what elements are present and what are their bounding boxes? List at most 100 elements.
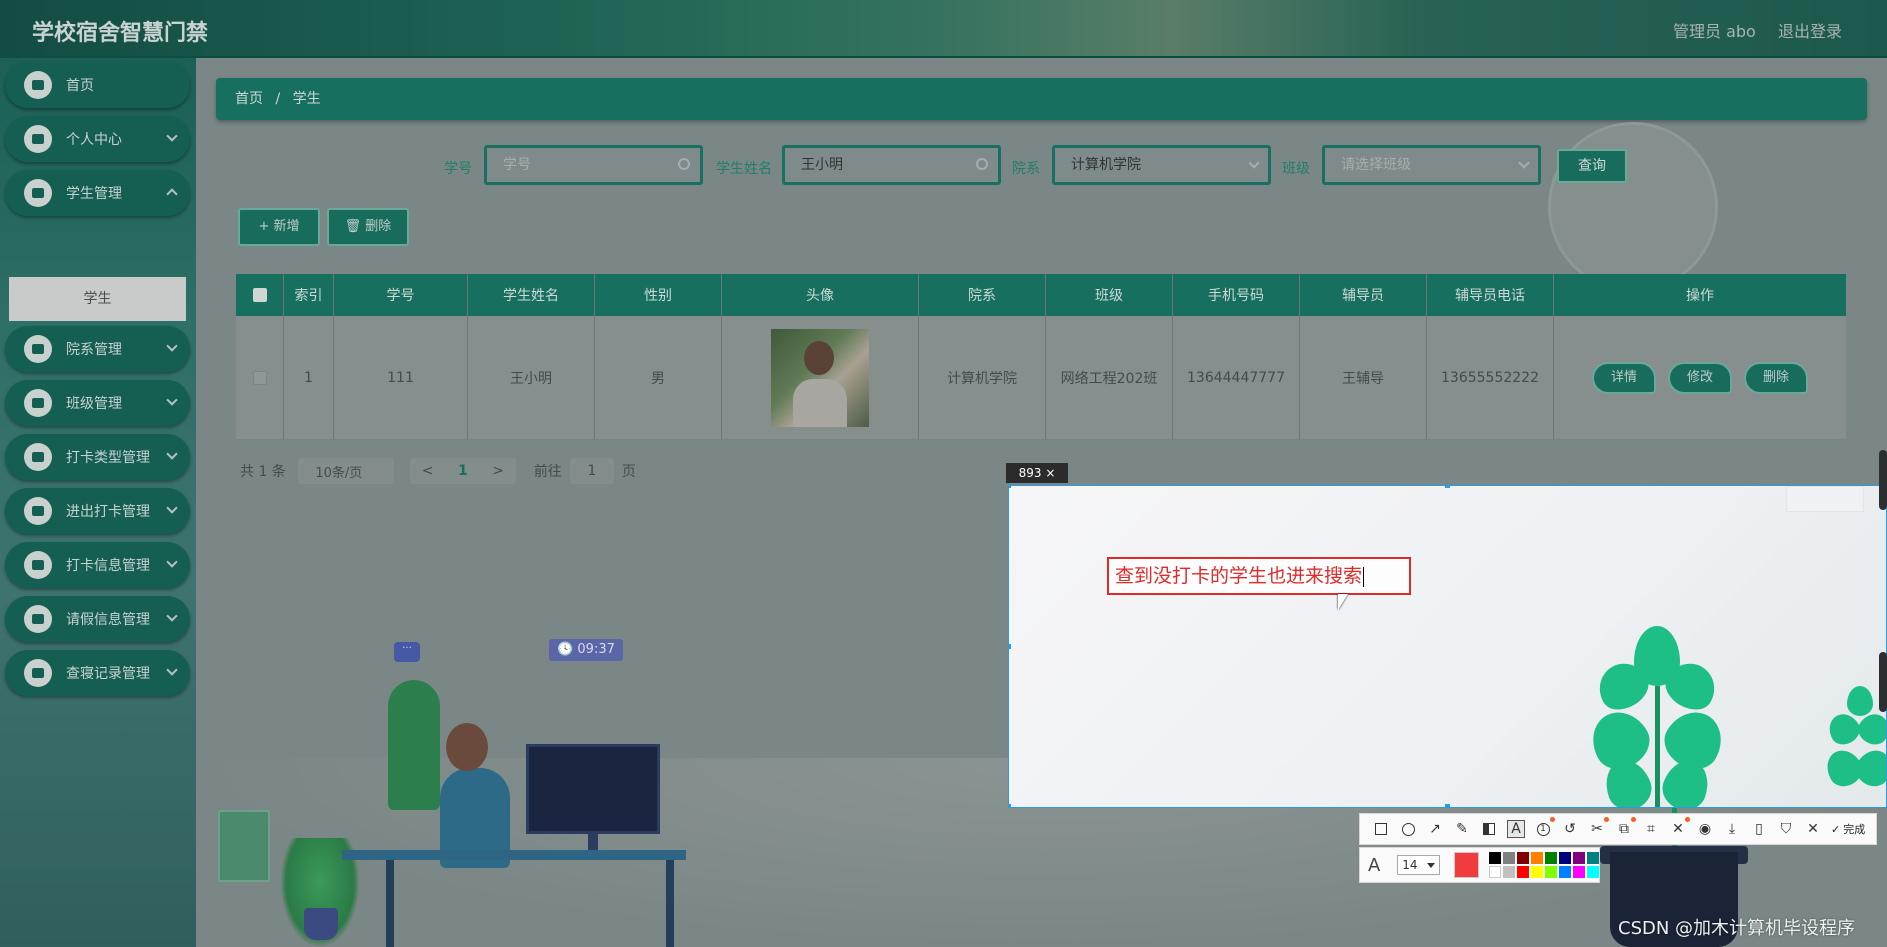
- class-icon: [24, 389, 52, 417]
- close-icon[interactable]: ✕: [1804, 820, 1822, 838]
- detail-button[interactable]: 详情: [1591, 361, 1656, 394]
- goto-page-input[interactable]: 1: [569, 458, 614, 484]
- current-page-button[interactable]: 1: [458, 463, 468, 479]
- sidebar-item-label: 打卡类型管理: [66, 450, 150, 466]
- add-button[interactable]: + 新增: [238, 208, 320, 246]
- bookmark-icon[interactable]: ⛉: [1777, 820, 1795, 838]
- color-swatch-cyan[interactable]: [1587, 866, 1599, 878]
- student-id-input[interactable]: 学号: [484, 145, 703, 185]
- cut-icon[interactable]: ✂: [1588, 817, 1609, 838]
- undo-icon[interactable]: ↺: [1561, 820, 1579, 838]
- resize-handle[interactable]: [1009, 804, 1011, 807]
- translate-icon[interactable]: ⧉: [1615, 817, 1636, 838]
- sidebar-subitem-student[interactable]: 学生: [9, 277, 186, 321]
- scrollbar-thumb[interactable]: [1879, 450, 1887, 510]
- ellipse-icon[interactable]: [1399, 820, 1417, 838]
- sidebar-item-home[interactable]: 首页: [5, 62, 190, 108]
- logout-link[interactable]: 退出登录: [1778, 18, 1842, 42]
- sidebar-item-personal-center[interactable]: 个人中心: [5, 116, 190, 162]
- scrollbar-thumb[interactable]: [1879, 652, 1887, 712]
- color-swatch-purple[interactable]: [1573, 852, 1585, 864]
- rectangle-icon[interactable]: [1372, 820, 1390, 838]
- leave-icon: [24, 605, 52, 633]
- query-button[interactable]: 查询: [1557, 149, 1627, 183]
- color-swatch-yellow[interactable]: [1531, 866, 1543, 878]
- record-icon[interactable]: ◉: [1696, 820, 1714, 838]
- header-counselor-phone: 辅导员电话: [1427, 274, 1554, 316]
- prev-page-button[interactable]: <: [422, 463, 434, 479]
- breadcrumb-home[interactable]: 首页: [235, 91, 263, 107]
- color-swatch-maroon[interactable]: [1517, 852, 1529, 864]
- color-swatch-blue[interactable]: [1559, 866, 1571, 878]
- select-all-checkbox[interactable]: [252, 288, 267, 302]
- download-icon[interactable]: ⤓: [1723, 820, 1741, 838]
- page-unit-label: 页: [621, 464, 636, 480]
- sidebar-item-label: 打卡信息管理: [66, 558, 150, 574]
- row-delete-button[interactable]: 删除: [1744, 361, 1809, 394]
- sidebar-item-leave-info[interactable]: 请假信息管理: [5, 596, 190, 642]
- chevron-down-icon: [166, 448, 178, 460]
- ocr-icon[interactable]: ⌗: [1642, 820, 1660, 838]
- sidebar-item-class-management[interactable]: 班级管理: [5, 380, 190, 426]
- chevron-down-icon: [166, 610, 178, 622]
- delete-button[interactable]: 🗑 删除: [327, 208, 409, 246]
- chevron-down-icon: [166, 394, 178, 406]
- cell-gender: 男: [595, 316, 722, 439]
- class-select[interactable]: 请选择班级: [1322, 145, 1541, 185]
- color-swatch-magenta[interactable]: [1573, 866, 1585, 878]
- sidebar-item-checkin-type-management[interactable]: 打卡类型管理: [5, 434, 190, 480]
- plant-leaf: [1847, 686, 1873, 716]
- sidebar-item-student-management[interactable]: 学生管理: [5, 170, 190, 216]
- class-label: 班级: [1282, 161, 1310, 177]
- header-operations: 操作: [1686, 288, 1714, 304]
- capture-region[interactable]: 查到没打卡的学生也进来搜索: [1008, 485, 1887, 808]
- sidebar-item-entry-exit-checkin[interactable]: 进出打卡管理: [5, 488, 190, 534]
- resize-handle[interactable]: [1009, 486, 1011, 488]
- time-badge: 🕓 09:37: [549, 639, 623, 661]
- color-swatch-red[interactable]: [1517, 866, 1529, 878]
- row-select-cell: [236, 316, 284, 439]
- text-annotation[interactable]: 查到没打卡的学生也进来搜索: [1107, 557, 1411, 595]
- arrow-icon[interactable]: ↗: [1426, 820, 1444, 838]
- color-swatch-navy[interactable]: [1559, 852, 1571, 864]
- pin-icon[interactable]: ✕: [1669, 817, 1690, 838]
- color-swatch-orange[interactable]: [1531, 852, 1543, 864]
- student-name-input[interactable]: 王小明: [782, 145, 1001, 185]
- color-swatch-black[interactable]: [1489, 852, 1501, 864]
- save-icon[interactable]: ▯: [1750, 820, 1768, 838]
- color-swatch-gray[interactable]: [1503, 852, 1515, 864]
- home-icon: [24, 71, 52, 99]
- font-size-value: 14: [1402, 858, 1418, 872]
- color-swatch-lime[interactable]: [1545, 866, 1557, 878]
- department-select[interactable]: 计算机学院: [1052, 145, 1271, 185]
- cell-class: 网络工程202班: [1046, 316, 1173, 439]
- resize-handle[interactable]: [1445, 804, 1450, 807]
- number-icon[interactable]: 1: [1534, 817, 1555, 838]
- text-icon[interactable]: A: [1507, 820, 1525, 838]
- page-size-select[interactable]: 10条/页: [297, 458, 394, 484]
- color-swatch-silver[interactable]: [1503, 866, 1515, 878]
- row-checkbox[interactable]: [252, 370, 267, 385]
- done-button[interactable]: ✓ 完成: [1831, 821, 1865, 837]
- pencil-icon[interactable]: ✎: [1453, 820, 1471, 838]
- student-name-value: 王小明: [801, 157, 843, 173]
- edit-button[interactable]: 修改: [1667, 361, 1732, 394]
- table-row: 1 111 王小明 男 计算机学院 网络工程202班 13644447777 王…: [236, 316, 1846, 440]
- mosaic-icon[interactable]: [1480, 820, 1498, 838]
- color-swatch-white[interactable]: [1489, 866, 1501, 878]
- inspection-icon: [24, 659, 52, 687]
- resize-handle[interactable]: [1009, 644, 1011, 649]
- current-color-swatch[interactable]: [1453, 852, 1479, 878]
- color-swatch-green[interactable]: [1545, 852, 1557, 864]
- color-swatch-teal[interactable]: [1587, 852, 1599, 864]
- watermark: CSDN @加木计算机毕设程序: [1618, 918, 1856, 939]
- sidebar-item-department-management[interactable]: 院系管理: [5, 326, 190, 372]
- sidebar-item-inspection-records[interactable]: 查寝记录管理: [5, 650, 190, 696]
- plant-stem: [1655, 686, 1660, 807]
- done-label: 完成: [1843, 823, 1866, 836]
- font-size-select[interactable]: 14: [1397, 855, 1440, 875]
- sidebar-item-checkin-info[interactable]: 打卡信息管理: [5, 542, 190, 588]
- resize-handle[interactable]: [1445, 486, 1450, 488]
- chevron-down-icon: [1248, 157, 1260, 169]
- next-page-button[interactable]: >: [492, 463, 504, 479]
